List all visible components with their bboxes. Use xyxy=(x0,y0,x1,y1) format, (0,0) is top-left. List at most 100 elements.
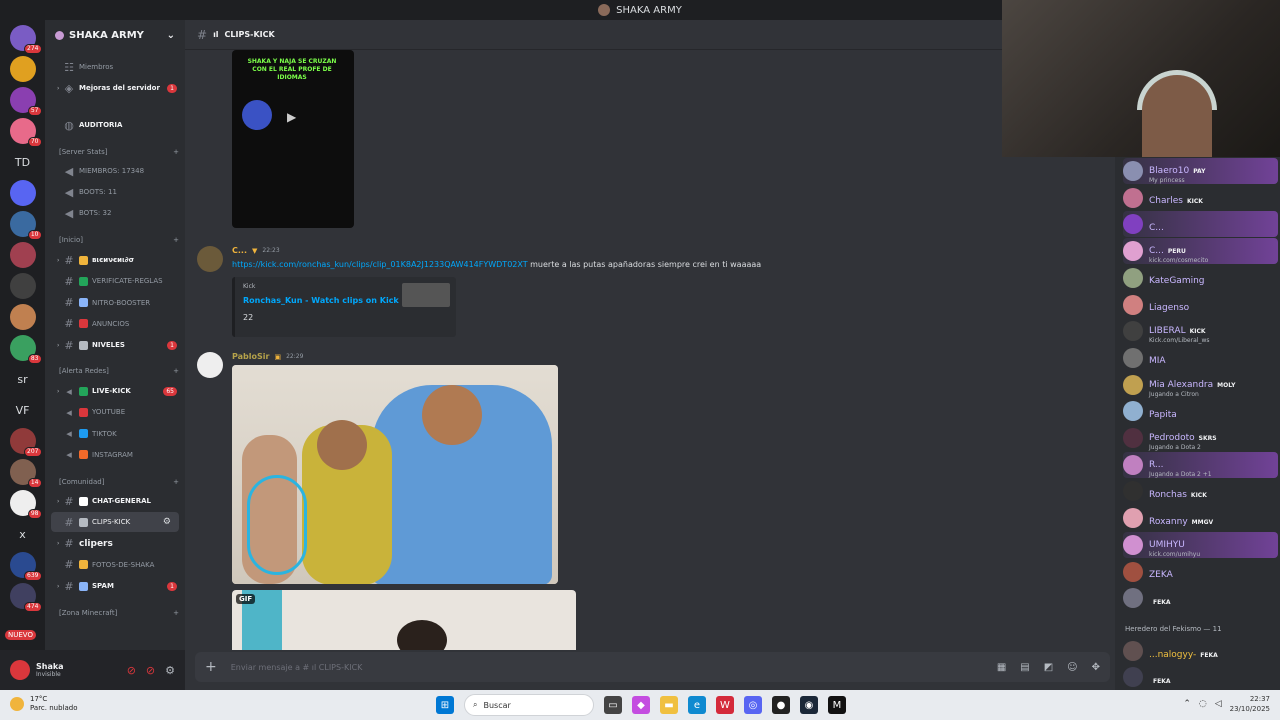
mic-muted-icon[interactable]: ⊘ xyxy=(127,664,136,677)
user-avatar[interactable] xyxy=(10,660,30,680)
app-icon[interactable]: ◆ xyxy=(632,696,650,714)
member-item[interactable]: LIBERAL KICK Kick.com/Liberal_ws xyxy=(1123,318,1278,344)
headset-muted-icon[interactable]: ⊘ xyxy=(146,664,155,677)
file-explorer-icon[interactable]: ▬ xyxy=(660,696,678,714)
weather-widget[interactable]: 17°C Parc. nublado xyxy=(10,695,78,713)
server-icon[interactable]: 274 xyxy=(9,25,42,54)
server-icon[interactable] xyxy=(9,56,36,82)
gif-icon[interactable]: ▤ xyxy=(1020,662,1029,673)
server-icon[interactable] xyxy=(9,273,36,299)
channel-item[interactable]: ◂ YOUTUBE xyxy=(45,402,185,422)
channel-item[interactable]: ◀ BOOTS: 11 xyxy=(45,182,185,202)
channel-category[interactable]: [Server Stats] + xyxy=(59,148,179,156)
member-item[interactable]: Pedrodoto SKRS Jugando a Dota 2 xyxy=(1123,425,1278,451)
add-channel-icon[interactable]: + xyxy=(173,609,179,617)
task-view-icon[interactable]: ▭ xyxy=(604,696,622,714)
channel-category[interactable]: [Comunidad] + xyxy=(59,478,179,486)
discord-icon[interactable]: ◎ xyxy=(744,696,762,714)
channel-item[interactable]: › # CHAT-GENERAL xyxy=(45,491,185,511)
member-item[interactable]: FEKA xyxy=(1123,664,1278,690)
add-channel-icon[interactable]: + xyxy=(173,148,179,156)
member-item[interactable]: R... Jugando a Dota 2 +1 xyxy=(1123,451,1278,478)
server-icon[interactable]: TD xyxy=(10,149,36,175)
emoji-icon[interactable]: ☺ xyxy=(1067,662,1077,673)
channel-category[interactable]: [Alerta Redes] + xyxy=(59,367,179,375)
sticker-icon[interactable]: ◩ xyxy=(1044,662,1053,673)
member-item[interactable]: Charles KICK xyxy=(1123,185,1278,211)
apps-icon[interactable]: ✥ xyxy=(1092,662,1100,673)
server-header[interactable]: SHAKA ARMY ⌄ xyxy=(45,20,185,50)
server-icon[interactable]: 207 xyxy=(9,428,42,457)
member-item[interactable]: KateGaming xyxy=(1123,265,1278,291)
channel-item[interactable]: # ANUNCIOS xyxy=(45,314,185,334)
server-icon[interactable]: 14 xyxy=(9,459,42,488)
message-author[interactable]: C... xyxy=(232,246,247,255)
server-icon[interactable] xyxy=(9,304,36,330)
message-author[interactable]: PabloSir xyxy=(232,352,269,361)
member-item[interactable]: FEKA xyxy=(1123,585,1278,611)
image-attachment[interactable] xyxy=(232,365,558,584)
play-icon[interactable]: ▶ xyxy=(287,110,296,124)
gear-icon[interactable]: ⚙ xyxy=(163,517,171,527)
member-item[interactable]: Ronchas KICK xyxy=(1123,478,1278,504)
server-icon[interactable]: 10 xyxy=(9,211,42,240)
channel-item[interactable]: ☷ Miembros xyxy=(45,57,185,77)
member-item[interactable]: Liagenso xyxy=(1123,292,1278,318)
member-item[interactable]: MIA xyxy=(1123,345,1278,371)
channel-item[interactable]: › # вιєиνєиι∂σ xyxy=(45,250,185,270)
store-icon[interactable]: W xyxy=(716,696,734,714)
gear-icon[interactable]: ⚙ xyxy=(165,664,175,677)
clock[interactable]: 22:37 23/10/2025 xyxy=(1230,694,1270,714)
gift-icon[interactable]: ▦ xyxy=(997,662,1006,673)
channel-item[interactable]: ◂ INSTAGRAM xyxy=(45,445,185,465)
channel-item[interactable]: › ◈ Mejoras del servidor 1 xyxy=(45,78,185,98)
volume-icon[interactable]: ◁ xyxy=(1215,699,1222,709)
steam-icon[interactable]: ◉ xyxy=(800,696,818,714)
gif-attachment[interactable]: GIF xyxy=(232,590,576,650)
capcut-icon[interactable]: M xyxy=(828,696,846,714)
channel-item[interactable]: # NITRO-BOOSTER xyxy=(45,293,185,313)
edge-icon[interactable]: e xyxy=(688,696,706,714)
member-item[interactable]: Roxanny MMGV xyxy=(1123,505,1278,531)
server-icon[interactable]: sr xyxy=(10,366,36,392)
message-link[interactable]: https://kick.com/ronchas_kun/clips/clip_… xyxy=(232,260,528,269)
add-channel-icon[interactable]: + xyxy=(173,236,179,244)
add-attachment-icon[interactable]: + xyxy=(205,659,217,675)
message-input[interactable]: Enviar mensaje a # ıl CLIPS-KICK xyxy=(231,663,983,672)
video-attachment[interactable]: SHAKA Y NAJA SE CRUZAN CON EL REAL PROFE… xyxy=(232,50,354,228)
channel-category[interactable]: [Zona Minecraft] + xyxy=(59,609,179,617)
member-item[interactable]: Blaero10 PAY My princess xyxy=(1123,158,1278,184)
add-channel-icon[interactable]: + xyxy=(173,478,179,486)
taskbar-search[interactable]: ⌕ Buscar xyxy=(464,694,594,716)
server-icon[interactable] xyxy=(9,180,36,206)
channel-item[interactable]: ◂ TIKTOK xyxy=(45,424,185,444)
server-icon[interactable]: VF xyxy=(10,397,36,423)
avatar[interactable] xyxy=(197,246,223,272)
channel-item[interactable]: ◀ MIEMBROS: 17348 xyxy=(45,161,185,181)
member-item[interactable]: C... xyxy=(1123,211,1278,238)
channel-item[interactable]: ◀ BOTS: 32 xyxy=(45,203,185,223)
obs-icon[interactable]: ● xyxy=(772,696,790,714)
server-icon[interactable]: x xyxy=(10,521,36,547)
channel-category[interactable]: [Inicio] + xyxy=(59,236,179,244)
member-item[interactable]: C... PERU kick.com/cosmecito xyxy=(1123,238,1278,265)
channel-item[interactable]: › # clipers xyxy=(45,534,185,554)
server-icon[interactable]: 474 xyxy=(9,583,42,612)
server-icon[interactable]: 639 xyxy=(9,552,42,581)
server-icon[interactable]: 83 xyxy=(9,335,42,364)
member-item[interactable]: Papita xyxy=(1123,398,1278,424)
network-icon[interactable]: ◌ xyxy=(1199,699,1207,709)
server-icon[interactable] xyxy=(9,242,36,268)
server-icon[interactable]: 57 xyxy=(9,87,42,116)
member-item[interactable]: UMIHYU kick.com/umihyu xyxy=(1123,531,1278,558)
windows-start-icon[interactable]: ⊞ xyxy=(436,696,454,714)
member-item[interactable]: ZEKA xyxy=(1123,559,1278,585)
embed-thumbnail[interactable] xyxy=(402,283,450,307)
member-item[interactable]: Mia Alexandra MOLY Jugando a Citron xyxy=(1123,372,1278,398)
channel-item[interactable]: › ◂ LIVE-KICK 65 xyxy=(45,381,185,401)
channel-item[interactable]: ◍ AUDITORIA xyxy=(45,115,185,135)
channel-item[interactable]: › # NIVELES 1 xyxy=(45,335,185,355)
chevron-up-icon[interactable]: ⌃ xyxy=(1183,699,1191,709)
channel-item[interactable]: › # SPAM 1 xyxy=(45,576,185,596)
server-icon[interactable]: 70 xyxy=(9,118,42,147)
